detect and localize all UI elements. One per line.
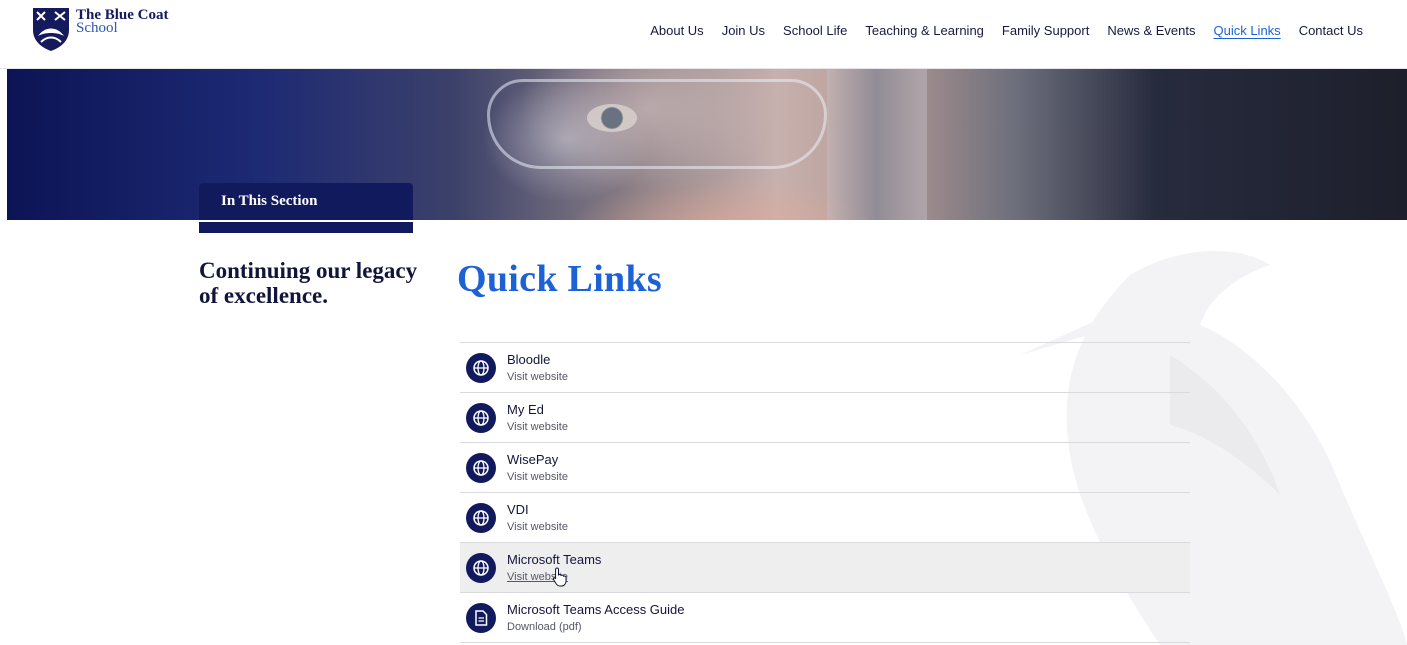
in-this-section-tab[interactable]: In This Section (199, 183, 413, 220)
link-action[interactable]: Visit website (507, 371, 568, 383)
site-header: The Blue Coat School About Us Join Us Sc… (0, 0, 1407, 69)
globe-icon (466, 503, 496, 533)
main-nav: About Us Join Us School Life Teaching & … (650, 23, 1363, 38)
hero-eye-shape (587, 104, 637, 132)
link-title[interactable]: Microsoft Teams Access Guide (507, 602, 685, 617)
globe-icon (466, 453, 496, 483)
link-action[interactable]: Download (pdf) (507, 621, 582, 633)
list-item-bloodle[interactable]: Bloodle Visit website (460, 343, 1190, 393)
globe-icon (466, 553, 496, 583)
school-crest-icon (33, 8, 69, 51)
nav-contact-us[interactable]: Contact Us (1299, 23, 1363, 38)
list-item-teams-access-guide[interactable]: Microsoft Teams Access Guide Download (p… (460, 593, 1190, 643)
logo-subname: School (76, 20, 118, 36)
hand-cursor-icon (552, 567, 567, 587)
link-title[interactable]: Bloodle (507, 352, 550, 367)
list-item-wisepay[interactable]: WisePay Visit website (460, 443, 1190, 493)
link-action[interactable]: Visit website (507, 421, 568, 433)
link-title[interactable]: WisePay (507, 452, 558, 467)
link-title[interactable]: My Ed (507, 402, 544, 417)
document-icon (466, 603, 496, 633)
nav-join-us[interactable]: Join Us (722, 23, 765, 38)
in-this-section-label: In This Section (221, 193, 318, 209)
nav-about-us[interactable]: About Us (650, 23, 703, 38)
section-menu-bar[interactable] (199, 222, 413, 233)
link-action[interactable]: Visit website (507, 521, 568, 533)
quick-links-list: Bloodle Visit website My Ed Visit websit… (460, 342, 1190, 643)
globe-icon (466, 353, 496, 383)
hero-goggles-shape (487, 79, 827, 169)
globe-icon (466, 403, 496, 433)
nav-school-life[interactable]: School Life (783, 23, 847, 38)
link-action[interactable]: Visit website (507, 471, 568, 483)
list-item-vdi[interactable]: VDI Visit website (460, 493, 1190, 543)
list-item-my-ed[interactable]: My Ed Visit website (460, 393, 1190, 443)
page-title: Quick Links (457, 258, 663, 300)
nav-family-support[interactable]: Family Support (1002, 23, 1089, 38)
tagline: Continuing our legacy of excellence. (199, 258, 418, 308)
nav-teaching-learning[interactable]: Teaching & Learning (865, 23, 984, 38)
list-item-microsoft-teams[interactable]: Microsoft Teams Visit website (460, 543, 1190, 593)
school-logo[interactable]: The Blue Coat School (31, 6, 169, 52)
hero-glass-shape (827, 69, 927, 220)
link-title[interactable]: Microsoft Teams (507, 552, 601, 567)
link-title[interactable]: VDI (507, 502, 529, 517)
nav-news-events[interactable]: News & Events (1107, 23, 1195, 38)
nav-quick-links[interactable]: Quick Links (1213, 23, 1280, 38)
